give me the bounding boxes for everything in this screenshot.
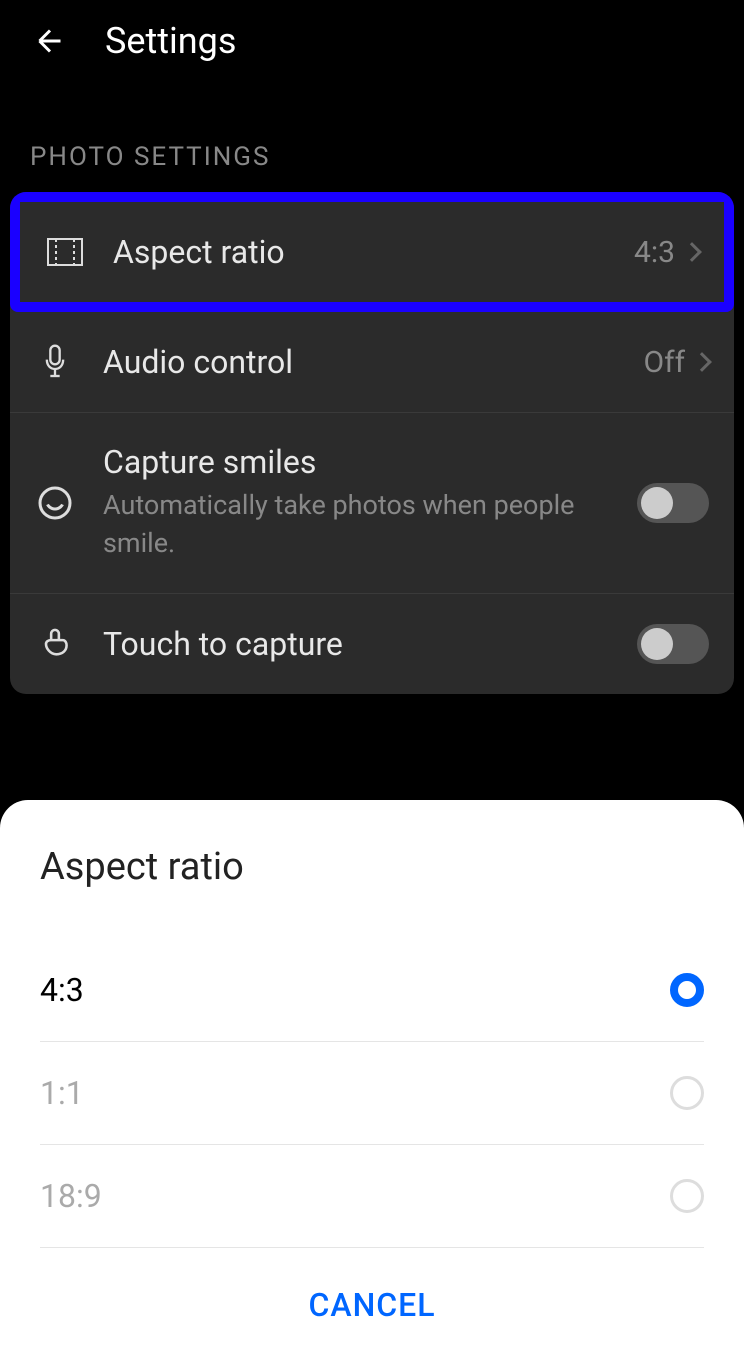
setting-title: Aspect ratio (113, 233, 634, 271)
option-label: 4:3 (40, 971, 84, 1009)
photo-settings-panel: Aspect ratio 4:3 Audio control Off (10, 192, 734, 694)
option-label: 1:1 (40, 1074, 84, 1112)
toggle-knob (641, 628, 673, 660)
dialog-title: Aspect ratio (40, 845, 704, 889)
toggle-touch-capture[interactable] (637, 624, 709, 664)
chevron-right-icon (682, 242, 702, 262)
setting-row-aspect-ratio[interactable]: Aspect ratio 4:3 (10, 192, 734, 312)
chevron-right-icon (692, 352, 712, 372)
section-label-photo: PHOTO SETTINGS (0, 82, 744, 192)
toggle-capture-smiles[interactable] (637, 483, 709, 523)
option-4-3[interactable]: 4:3 (40, 939, 704, 1042)
smile-icon (35, 483, 75, 523)
toggle-knob (641, 487, 673, 519)
row-content: Touch to capture (103, 625, 637, 663)
setting-title: Capture smiles (103, 443, 637, 481)
header: Settings (0, 0, 744, 82)
setting-value: 4:3 (634, 235, 675, 270)
radio-selected[interactable] (670, 973, 704, 1007)
setting-subtitle: Automatically take photos when people sm… (103, 487, 637, 563)
touch-icon (35, 624, 75, 664)
radio-unselected[interactable] (670, 1076, 704, 1110)
setting-row-audio-control[interactable]: Audio control Off (10, 312, 734, 413)
option-1-1[interactable]: 1:1 (40, 1042, 704, 1145)
setting-value: Off (644, 345, 686, 380)
back-button[interactable] (30, 21, 70, 61)
row-content: Audio control (103, 343, 644, 381)
row-content: Aspect ratio (113, 233, 634, 271)
microphone-icon (35, 342, 75, 382)
aspect-ratio-icon (45, 232, 85, 272)
option-label: 18:9 (40, 1177, 102, 1215)
cancel-button[interactable]: CANCEL (40, 1248, 704, 1354)
radio-unselected[interactable] (670, 1179, 704, 1213)
setting-title: Touch to capture (103, 625, 637, 663)
aspect-ratio-dialog: Aspect ratio 4:3 1:1 18:9 CANCEL (0, 800, 744, 1354)
setting-row-capture-smiles[interactable]: Capture smiles Automatically take photos… (10, 413, 734, 594)
setting-title: Audio control (103, 343, 644, 381)
row-content: Capture smiles Automatically take photos… (103, 443, 637, 563)
page-title: Settings (105, 20, 236, 62)
setting-row-touch-capture[interactable]: Touch to capture (10, 594, 734, 694)
option-18-9[interactable]: 18:9 (40, 1145, 704, 1248)
